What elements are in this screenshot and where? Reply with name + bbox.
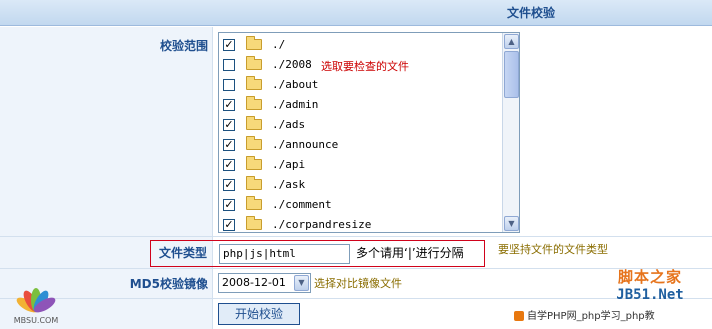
folder-icon: [246, 96, 262, 110]
folder-icon: [246, 136, 262, 150]
dir-path: ./ads: [272, 118, 306, 131]
file-type-hint: 多个请用‘|’进行分隔: [356, 246, 464, 260]
php-site-icon: [514, 311, 524, 321]
dir-item-about[interactable]: ./about: [219, 75, 502, 95]
dir-checkbox[interactable]: [223, 79, 235, 91]
dir-item-comment[interactable]: ✓ ./comment: [219, 195, 502, 215]
dir-checkbox[interactable]: [223, 59, 235, 71]
dir-checkbox[interactable]: ✓: [223, 39, 235, 51]
folder-icon: [246, 196, 262, 210]
jb51-watermark: 脚本之家 JB51.Net: [600, 266, 700, 303]
dir-item-root[interactable]: ✓ ./: [219, 35, 502, 55]
folder-icon: [246, 76, 262, 90]
directory-list-box[interactable]: ✓ ./ ./2008 选取要检查的文件 ./about ✓ ./admin ✓…: [218, 32, 520, 233]
page-title: 文件校验: [506, 6, 555, 20]
chevron-down-icon[interactable]: ▼: [294, 275, 309, 291]
mbsu-logo: MBSU.COM: [6, 276, 66, 326]
dir-path: ./: [272, 38, 286, 51]
md5-mirror-select[interactable]: 2008-12-01 ▼: [218, 273, 311, 293]
mbsu-logo-text: MBSU.COM: [13, 316, 59, 325]
start-check-button[interactable]: 开始校验: [218, 303, 300, 325]
peacock-logo-icon: [16, 288, 56, 313]
php-watermark-text: 自学PHP网_php学习_php教: [527, 311, 655, 322]
md5-note: 选择对比镜像文件: [314, 277, 402, 290]
folder-icon: [246, 36, 262, 50]
dir-path: ./comment: [272, 198, 332, 211]
dir-item-corpandresize[interactable]: ✓ ./corpandresize: [219, 215, 502, 232]
folder-icon: [246, 156, 262, 170]
scope-annotation: 选取要检查的文件: [321, 60, 409, 73]
file-type-row: 文件类型 php|js|html 多个请用‘|’进行分隔 要坚持文件的文件类型: [0, 237, 712, 269]
jb51-watermark-cn: 脚本之家: [617, 268, 682, 286]
md5-selected-value: 2008-12-01: [222, 276, 286, 289]
dir-path: ./announce: [272, 138, 339, 151]
scope-label: 校验范围: [0, 27, 213, 236]
folder-icon: [246, 216, 262, 230]
dir-path: ./about: [272, 78, 319, 91]
dir-checkbox[interactable]: ✓: [223, 119, 235, 131]
scroll-thumb[interactable]: [504, 51, 519, 98]
directory-scrollbar[interactable]: ▲ ▼: [502, 33, 519, 232]
dir-checkbox[interactable]: ✓: [223, 199, 235, 211]
folder-icon: [246, 176, 262, 190]
folder-icon: [246, 116, 262, 130]
dir-path: ./corpandresize: [272, 218, 372, 231]
dir-item-admin[interactable]: ✓ ./admin: [219, 95, 502, 115]
dir-path: ./ask: [272, 178, 306, 191]
dir-checkbox[interactable]: ✓: [223, 179, 235, 191]
dir-checkbox[interactable]: ✓: [223, 219, 235, 231]
dir-item-2008[interactable]: ./2008 选取要检查的文件: [219, 55, 502, 75]
dir-path: ./admin: [272, 98, 319, 111]
dir-item-announce[interactable]: ✓ ./announce: [219, 135, 502, 155]
folder-icon: [246, 56, 262, 70]
file-type-label: 文件类型: [159, 246, 208, 260]
jb51-watermark-en: JB51.Net: [616, 287, 684, 303]
file-type-note: 要坚持文件的文件类型: [498, 243, 608, 256]
dir-item-ask[interactable]: ✓ ./ask: [219, 175, 502, 195]
scope-row: 校验范围 ✓ ./ ./2008 选取要检查的文件 ./about ✓ ./ad…: [0, 27, 712, 237]
scroll-down-icon[interactable]: ▼: [504, 216, 519, 231]
page-title-bar: 文件校验: [0, 0, 712, 26]
php-watermark: 自学PHP网_php学习_php教: [514, 308, 712, 326]
scroll-up-icon[interactable]: ▲: [504, 34, 519, 49]
dir-path: ./api: [272, 158, 306, 171]
dir-item-ads[interactable]: ✓ ./ads: [219, 115, 502, 135]
file-type-input[interactable]: php|js|html: [219, 244, 350, 264]
dir-checkbox[interactable]: ✓: [223, 159, 235, 171]
dir-path: ./2008: [272, 58, 312, 71]
file-type-highlight: 文件类型 php|js|html 多个请用‘|’进行分隔: [150, 240, 485, 267]
directory-list: ✓ ./ ./2008 选取要检查的文件 ./about ✓ ./admin ✓…: [219, 35, 502, 232]
dir-checkbox[interactable]: ✓: [223, 139, 235, 151]
dir-checkbox[interactable]: ✓: [223, 99, 235, 111]
dir-item-api[interactable]: ✓ ./api: [219, 155, 502, 175]
